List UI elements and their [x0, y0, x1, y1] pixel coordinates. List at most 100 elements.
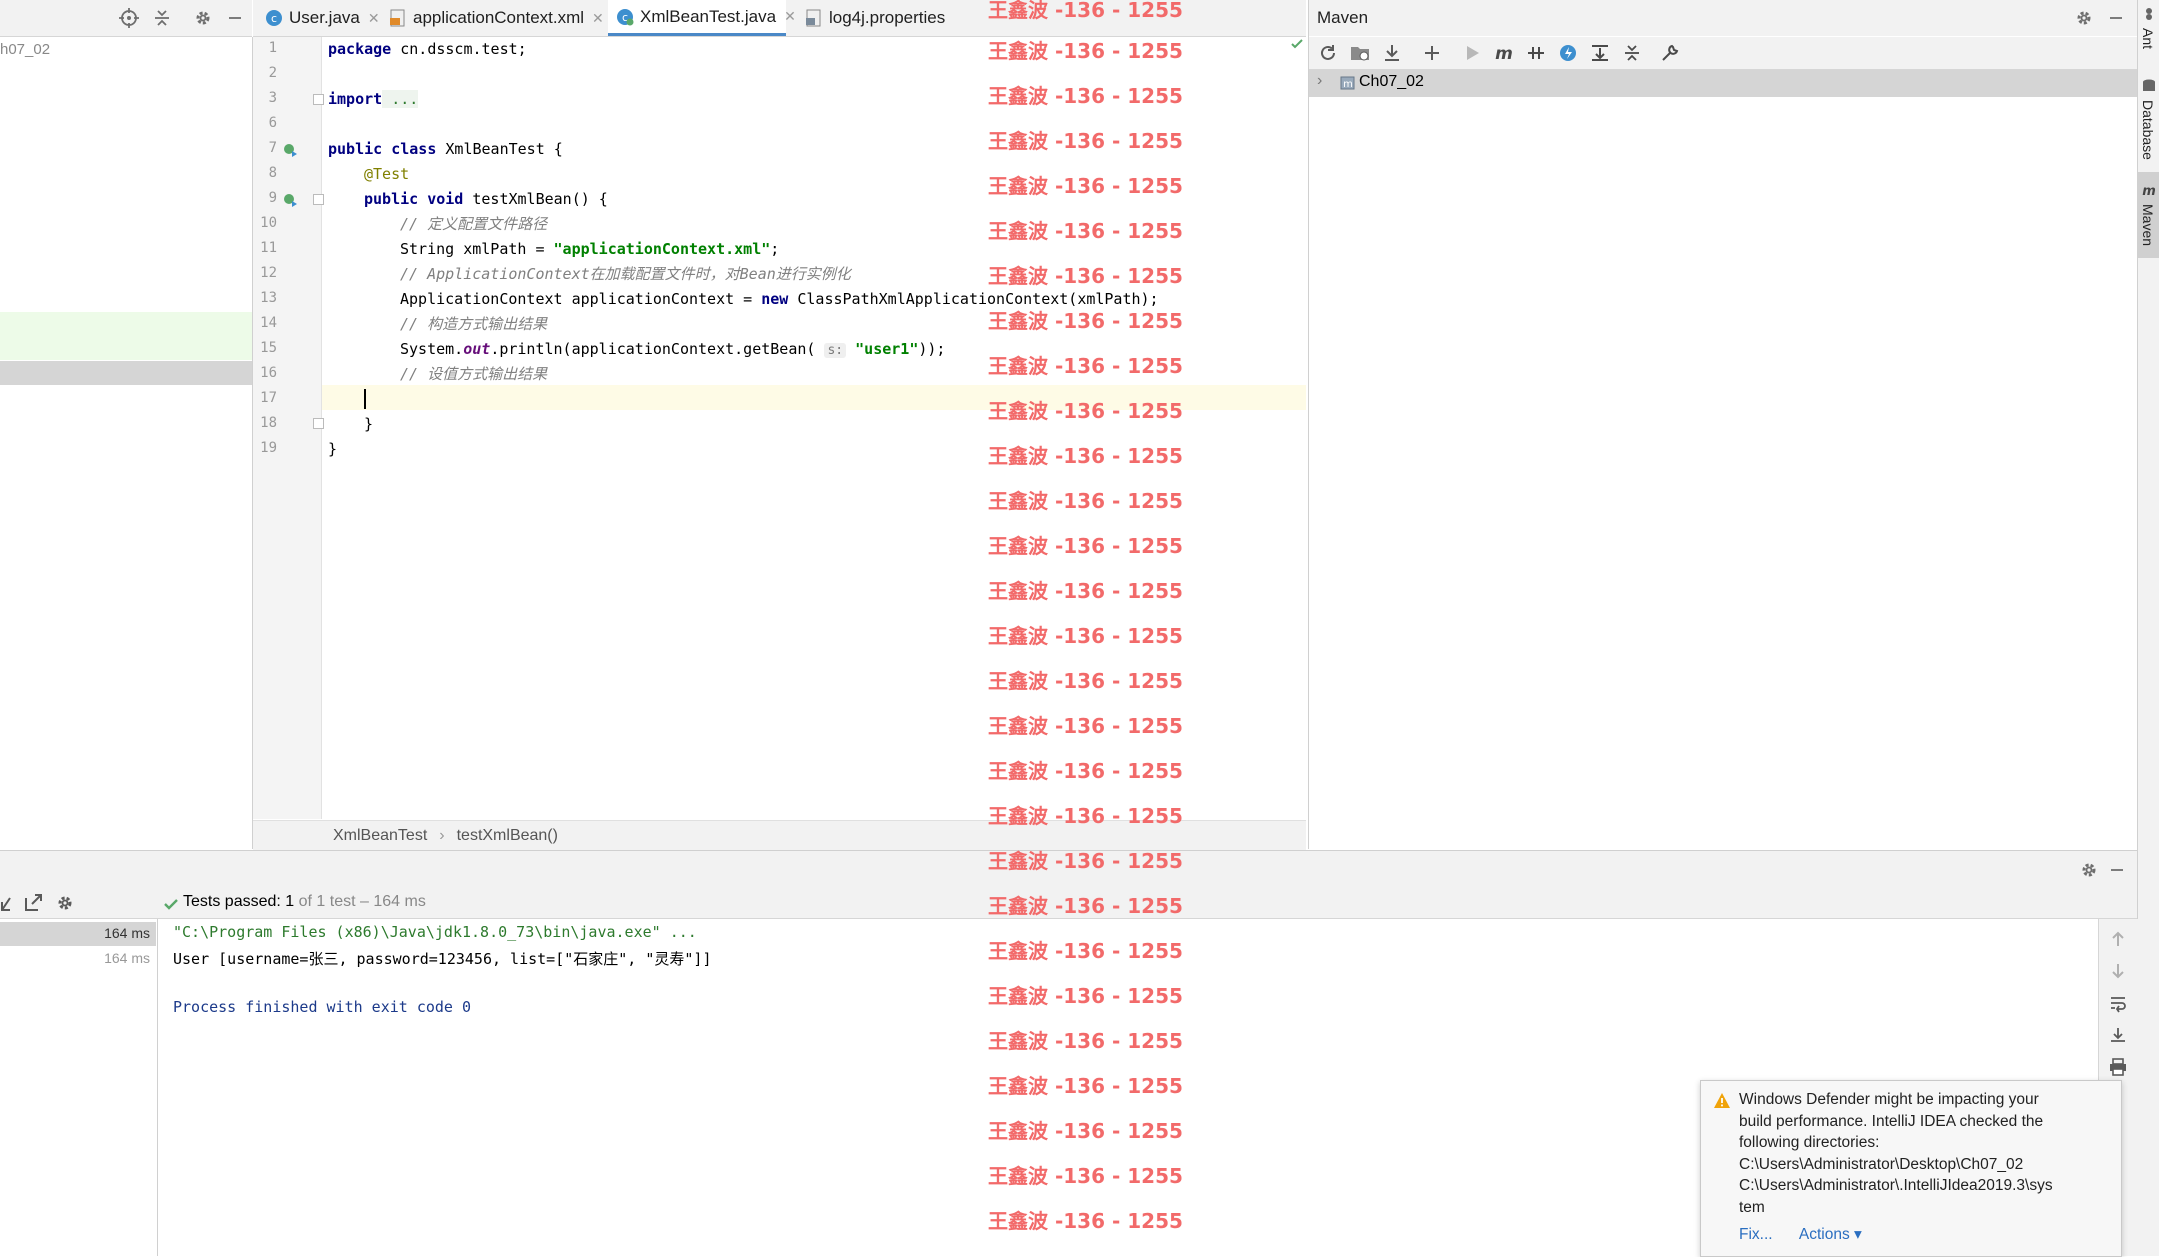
- code-line: }: [364, 415, 374, 433]
- watermark-text: 王鑫波 -136 - 1255: [988, 759, 1183, 783]
- chevron-right-icon[interactable]: ›: [1317, 72, 1322, 90]
- test-status-detail: of 1 test – 164 ms: [298, 893, 426, 910]
- run-test-icon[interactable]: [283, 141, 299, 157]
- ant-tool-button[interactable]: Ant: [2140, 28, 2156, 49]
- notification-text: tem: [1739, 1198, 1765, 1216]
- windows-defender-notification: Windows Defender might be impacting your…: [1700, 1080, 2122, 1257]
- minimize-icon[interactable]: [224, 7, 246, 29]
- skip-tests-icon[interactable]: [1557, 42, 1579, 64]
- tree-selected-row[interactable]: [0, 361, 252, 385]
- tab-log4j-properties[interactable]: log4j.properties: [805, 0, 945, 36]
- parameter-hint: s:: [824, 343, 847, 358]
- watermark-text: 王鑫波 -136 - 1255: [988, 849, 1183, 873]
- show-dependencies-icon[interactable]: [1589, 42, 1611, 64]
- tab-user-java[interactable]: c User.java ✕: [265, 0, 380, 36]
- watermark-text: 王鑫波 -136 - 1255: [988, 489, 1183, 513]
- maven-project-label: Ch07_02: [1359, 73, 1424, 90]
- add-icon[interactable]: [1421, 42, 1443, 64]
- line-number: 11: [260, 240, 277, 256]
- tab-label: XmlBeanTest.java: [640, 6, 777, 26]
- maven-module-icon: m: [1339, 74, 1357, 92]
- download-icon[interactable]: [1381, 42, 1403, 64]
- test-tree-row-selected[interactable]: 164 ms: [0, 922, 156, 946]
- scroll-to-end-icon[interactable]: [2108, 1025, 2128, 1045]
- run-icon[interactable]: [1461, 42, 1483, 64]
- code-line: public class XmlBeanTest {: [328, 140, 563, 158]
- minimize-icon[interactable]: [2106, 859, 2128, 881]
- watermark-text: 王鑫波 -136 - 1255: [988, 174, 1183, 198]
- watermark-text: 王鑫波 -136 - 1255: [988, 309, 1183, 333]
- test-status: Tests passed: 1 of 1 test – 164 ms: [183, 893, 426, 911]
- tree-highlight: [0, 312, 252, 360]
- close-icon[interactable]: ✕: [368, 10, 380, 27]
- gear-icon[interactable]: [192, 7, 214, 29]
- gear-icon[interactable]: [2073, 7, 2095, 29]
- test-status-label: Tests passed:: [183, 893, 281, 910]
- maven-goal-icon[interactable]: m: [1493, 42, 1515, 64]
- fix-link[interactable]: Fix...: [1739, 1226, 1773, 1243]
- generate-sources-icon[interactable]: [1349, 42, 1371, 64]
- maven-toolbar: m: [1309, 37, 2137, 70]
- print-icon[interactable]: [2108, 1057, 2128, 1077]
- line-number: 9: [268, 190, 277, 206]
- close-icon[interactable]: ✕: [784, 8, 796, 25]
- notification-text: C:\Users\Administrator\Desktop\Ch07_02: [1739, 1155, 2024, 1173]
- code-editor[interactable]: package cn.dsscm.test; import ... public…: [322, 37, 1306, 819]
- export-icon[interactable]: [22, 892, 44, 914]
- watermark-text: 王鑫波 -136 - 1255: [988, 939, 1183, 963]
- breadcrumb-method[interactable]: testXmlBean(): [457, 827, 558, 845]
- gear-icon[interactable]: [2078, 859, 2100, 881]
- test-tree-row[interactable]: 164 ms: [0, 947, 156, 971]
- soft-wrap-icon[interactable]: [2108, 993, 2128, 1013]
- tab-application-context-xml[interactable]: applicationContext.xml ✕: [389, 0, 604, 36]
- editor-gutter: 1 2 3 6 7 8 9 10 11 12 13 14 15 16 17 18…: [253, 37, 324, 819]
- svg-text:m: m: [1343, 79, 1353, 90]
- reload-icon[interactable]: [1317, 42, 1339, 64]
- locate-icon[interactable]: [118, 7, 140, 29]
- tab-label: applicationContext.xml: [413, 8, 585, 27]
- minimize-icon[interactable]: [2105, 7, 2127, 29]
- arrow-up-icon[interactable]: [2108, 929, 2128, 949]
- maven-project-row[interactable]: › m Ch07_02: [1309, 70, 2137, 97]
- watermark-text: 王鑫波 -136 - 1255: [988, 444, 1183, 468]
- database-tool-button[interactable]: Database: [2140, 100, 2156, 160]
- test-tree: 164 ms 164 ms: [0, 919, 158, 1256]
- breadcrumb-class[interactable]: XmlBeanTest: [333, 827, 427, 845]
- watermark-text: 王鑫波 -136 - 1255: [988, 984, 1183, 1008]
- code-line: // ApplicationContext在加载配置文件时，对Bean进行实例化: [400, 265, 851, 283]
- chevron-right-icon: ›: [439, 827, 445, 844]
- watermark-text: 王鑫波 -136 - 1255: [988, 1074, 1183, 1098]
- line-number: 3: [268, 90, 277, 106]
- project-panel-header: [0, 0, 252, 37]
- maven-tool-button[interactable]: Maven: [2140, 204, 2156, 246]
- collapse-all-icon[interactable]: [151, 7, 173, 29]
- close-icon[interactable]: ✕: [592, 10, 604, 27]
- project-root-item[interactable]: h07_02: [0, 37, 252, 62]
- watermark-text: 王鑫波 -136 - 1255: [988, 534, 1183, 558]
- toggle-offline-icon[interactable]: [1525, 42, 1547, 64]
- run-test-icon[interactable]: [283, 191, 299, 207]
- svg-text:m: m: [2142, 184, 2156, 198]
- notification-text: C:\Users\Administrator\.IntelliJIdea2019…: [1739, 1177, 2053, 1194]
- wrench-icon[interactable]: [1659, 42, 1681, 64]
- line-number: 15: [260, 340, 277, 356]
- tab-xml-bean-test-java[interactable]: c XmlBeanTest.java ✕: [608, 0, 796, 36]
- collapse-all-icon[interactable]: [1621, 42, 1643, 64]
- maven-icon: m: [2141, 182, 2157, 198]
- watermark-text: 王鑫波 -136 - 1255: [988, 39, 1183, 63]
- check-mark-icon: [1290, 37, 1304, 51]
- line-number: 16: [260, 365, 277, 381]
- console-line: User [username=张三, password=123456, list…: [173, 950, 712, 968]
- code-line: System.out.println(applicationContext.ge…: [400, 340, 946, 358]
- arrow-down-icon[interactable]: [2108, 961, 2128, 981]
- ant-icon: [2141, 6, 2157, 22]
- watermark-text: 王鑫波 -136 - 1255: [988, 624, 1183, 648]
- line-number: 2: [268, 65, 277, 81]
- test-status-count: 1: [285, 893, 295, 910]
- watermark-text: 王鑫波 -136 - 1255: [988, 84, 1183, 108]
- code-line: public void testXmlBean() {: [364, 190, 608, 208]
- code-line: String xmlPath = "applicationContext.xml…: [400, 240, 780, 258]
- collapse-icon[interactable]: [0, 892, 14, 914]
- gear-icon[interactable]: [54, 892, 76, 914]
- actions-dropdown[interactable]: Actions ▾: [1799, 1226, 1862, 1243]
